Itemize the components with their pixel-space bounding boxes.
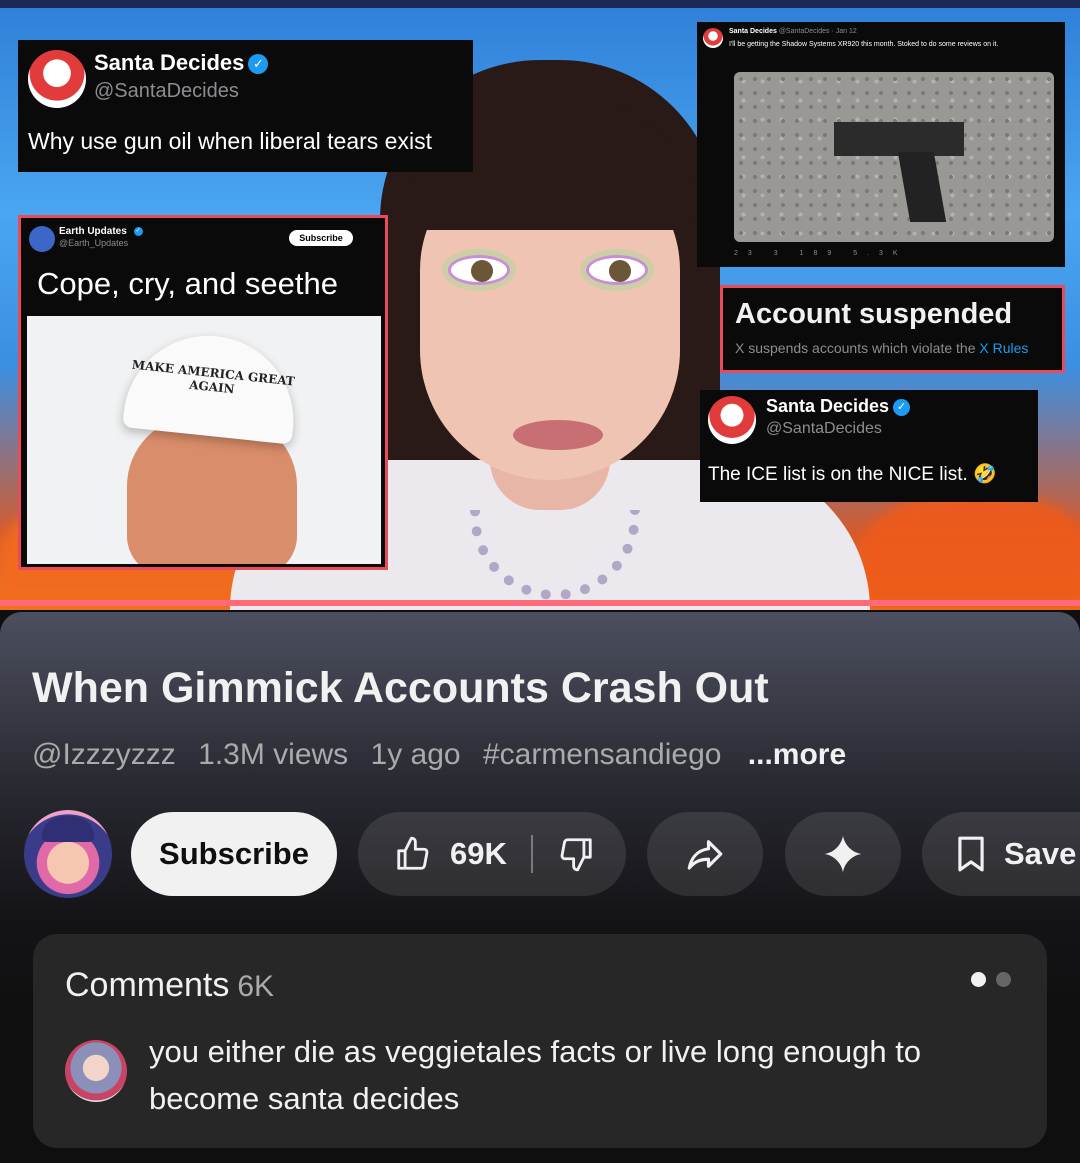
save-button[interactable]: Save — [922, 812, 1080, 896]
tweet-card-ice-list: Santa Decides ✓ @SantaDecides The ICE lis… — [700, 390, 1038, 502]
suspended-subtitle: X suspends accounts which violate the X … — [735, 340, 1029, 356]
dislike-button[interactable] — [557, 835, 595, 873]
subscribe-button[interactable]: Subscribe — [131, 812, 337, 896]
more-button[interactable]: ...more — [748, 738, 846, 771]
sparkle-icon — [824, 835, 862, 873]
carousel-dot — [996, 972, 1011, 987]
tweet-author: Santa Decides @SantaDecides · Jan 12 — [729, 28, 857, 35]
pixelated-gun-photo — [734, 72, 1054, 242]
carousel-indicator — [971, 972, 1011, 987]
thumbnail-bottom-border — [0, 600, 1080, 606]
like-button[interactable]: 69K — [394, 835, 507, 873]
suspended-title: Account suspended — [735, 298, 1013, 330]
tweet-card-gun-oil: Santa Decides ✓ @SantaDecides Why use gun… — [18, 40, 473, 172]
earth-avatar — [29, 226, 55, 252]
share-icon — [687, 840, 723, 870]
tweet-author: Earth Updates ✓ — [59, 226, 143, 237]
tweet-handle: @SantaDecides — [94, 80, 239, 102]
santa-avatar — [28, 50, 86, 108]
video-title[interactable]: When Gimmick Accounts Crash Out — [32, 664, 769, 713]
tweet-stats: 23 3 189 5.3K — [734, 250, 908, 257]
video-metadata[interactable]: @Izzzyzzz 1.3M views 1y ago #carmensandi… — [32, 738, 860, 772]
tweet-subscribe-chip: Subscribe — [289, 230, 353, 246]
commenter-avatar — [65, 1040, 127, 1102]
video-thumbnail[interactable]: Santa Decides ✓ @SantaDecides Why use gun… — [0, 0, 1080, 610]
tweet-handle: @SantaDecides — [766, 420, 882, 437]
tweet-card-cope: Earth Updates ✓ @Earth_Updates Subscribe… — [18, 215, 388, 570]
tweet-author: Santa Decides ✓ — [94, 50, 269, 76]
tweet-text: The ICE list is on the NICE list. 🤣 — [708, 464, 997, 485]
tweet-handle: @Earth_Updates — [59, 238, 129, 248]
upload-age: 1y ago — [370, 738, 461, 771]
santa-avatar — [703, 28, 723, 48]
like-count: 69K — [450, 836, 507, 871]
comments-preview[interactable]: Comments 6K you either die as veggietales… — [33, 934, 1047, 1148]
maga-hat: MAKE AMERICA GREAT AGAIN — [122, 327, 302, 445]
verified-badge-icon: ✓ — [248, 54, 269, 74]
like-dislike-group: 69K — [358, 812, 626, 896]
bookmark-icon — [958, 836, 984, 872]
share-button[interactable] — [647, 812, 763, 896]
video-info-panel: When Gimmick Accounts Crash Out @Izzzyzz… — [0, 612, 1080, 1163]
tweet-text: Why use gun oil when liberal tears exist — [28, 128, 432, 154]
view-count: 1.3M views — [198, 738, 349, 771]
santa-avatar — [708, 396, 756, 444]
thumbs-down-icon — [560, 838, 592, 872]
tweet-text: I'll be getting the Shadow Systems XR920… — [729, 41, 999, 48]
tweet-author: Santa Decides ✓ — [766, 396, 911, 417]
carousel-dot-active — [971, 972, 986, 987]
tweet-card-gun-photo: Santa Decides @SantaDecides · Jan 12 I'l… — [697, 22, 1065, 267]
save-label: Save — [1004, 836, 1077, 871]
verified-badge-icon: ✓ — [133, 227, 143, 236]
channel-avatar[interactable] — [24, 810, 112, 898]
hashtag-link[interactable]: #carmensandiego — [483, 738, 722, 771]
channel-handle[interactable]: @Izzzyzzz — [32, 738, 176, 771]
tweet-text: Cope, cry, and seethe — [37, 266, 338, 301]
like-divider — [530, 835, 533, 873]
verified-badge-icon: ✓ — [893, 399, 911, 416]
tweet-photo: MAKE AMERICA GREAT AGAIN — [27, 316, 381, 564]
flame-decoration — [860, 490, 1080, 610]
comments-count: 6K — [237, 970, 275, 1003]
thumbnail-top-border — [0, 0, 1080, 8]
comments-label: Comments — [65, 966, 230, 1004]
thumbs-up-icon — [397, 836, 429, 870]
ask-ai-button[interactable] — [785, 812, 901, 896]
top-comment-text: you either die as veggietales facts or l… — [149, 1034, 922, 1116]
account-suspended-notice: Account suspended X suspends accounts wh… — [720, 285, 1065, 373]
comments-header: Comments 6K — [65, 966, 274, 1005]
